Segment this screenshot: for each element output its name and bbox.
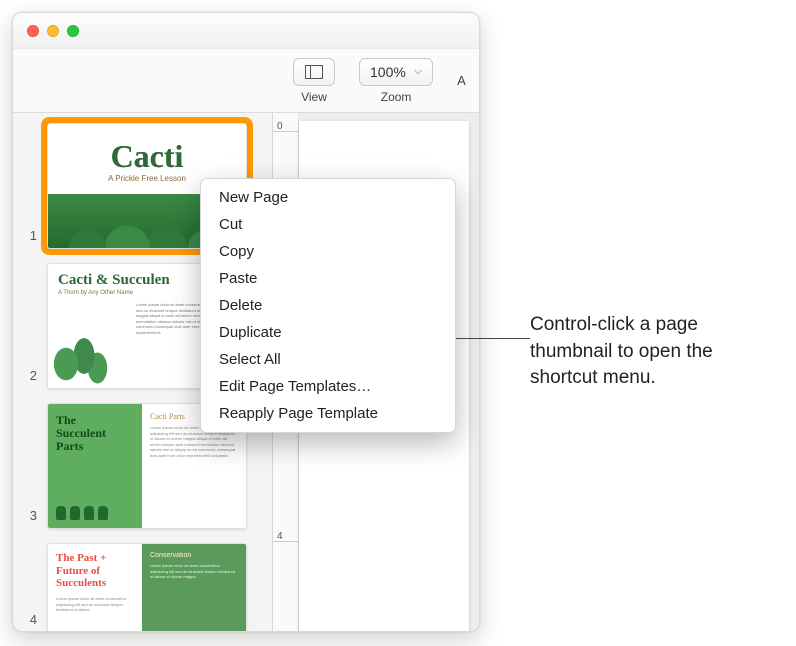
thumbnail-row: 4 The Past + Future of Succulents Lorem … [23, 543, 262, 631]
menu-select-all[interactable]: Select All [201, 346, 455, 373]
view-tool[interactable]: View [293, 58, 335, 104]
menu-delete[interactable]: Delete [201, 292, 455, 319]
menu-edit-templates[interactable]: Edit Page Templates… [201, 373, 455, 400]
page-number: 4 [23, 612, 37, 631]
thumb-title: Cacti [48, 138, 246, 175]
thumb-left-panel: TheSucculentParts [48, 404, 144, 528]
callout-line [456, 338, 530, 339]
extra-label: A [457, 73, 466, 88]
minimize-icon[interactable] [47, 25, 59, 37]
plant-image [48, 308, 138, 388]
zoom-value: 100% [370, 64, 406, 80]
zoom-tool[interactable]: 100% ⌵ Zoom [359, 58, 433, 104]
extra-tool[interactable]: A [457, 73, 466, 88]
chevron-down-icon: ⌵ [414, 65, 422, 78]
thumb-right-panel: Conservation Lorem ipsum dolor sit amet … [142, 544, 246, 631]
menu-reapply-template[interactable]: Reapply Page Template [201, 400, 455, 427]
thumb-title: TheSucculentParts [56, 414, 106, 454]
thumb-subtitle: A Thorn by Any Other Name [58, 290, 133, 296]
context-menu: New Page Cut Copy Paste Delete Duplicate… [200, 178, 456, 433]
plant-icons [56, 506, 108, 520]
view-label: View [301, 90, 327, 104]
titlebar [13, 13, 479, 49]
zoom-dropdown[interactable]: 100% ⌵ [359, 58, 433, 86]
thumb-body: Lorem ipsum dolor sit amet consectetur a… [150, 563, 238, 580]
toolbar: View 100% ⌵ Zoom A [13, 49, 479, 113]
thumb-left-panel: The Past + Future of Succulents Lorem ip… [48, 544, 144, 631]
menu-duplicate[interactable]: Duplicate [201, 319, 455, 346]
window-controls [27, 25, 79, 37]
thumb-title: The Past + Future of Succulents [56, 552, 136, 590]
annotation-text: Control-click a page thumbnail to open t… [530, 312, 778, 392]
page-number: 3 [23, 508, 37, 529]
zoom-label: Zoom [381, 90, 412, 104]
menu-paste[interactable]: Paste [201, 265, 455, 292]
view-icon [293, 58, 335, 86]
page-thumbnail-4[interactable]: The Past + Future of Succulents Lorem ip… [47, 543, 247, 631]
maximize-icon[interactable] [67, 25, 79, 37]
menu-cut[interactable]: Cut [201, 211, 455, 238]
thumb-title: Cacti & Succulen [58, 272, 170, 289]
thumb-right-title: Conservation [150, 552, 238, 559]
menu-new-page[interactable]: New Page [201, 184, 455, 211]
close-icon[interactable] [27, 25, 39, 37]
page-number: 1 [23, 228, 37, 249]
thumb-body: Lorem ipsum dolor sit amet consectetur a… [56, 596, 136, 613]
menu-copy[interactable]: Copy [201, 238, 455, 265]
page-number: 2 [23, 368, 37, 389]
